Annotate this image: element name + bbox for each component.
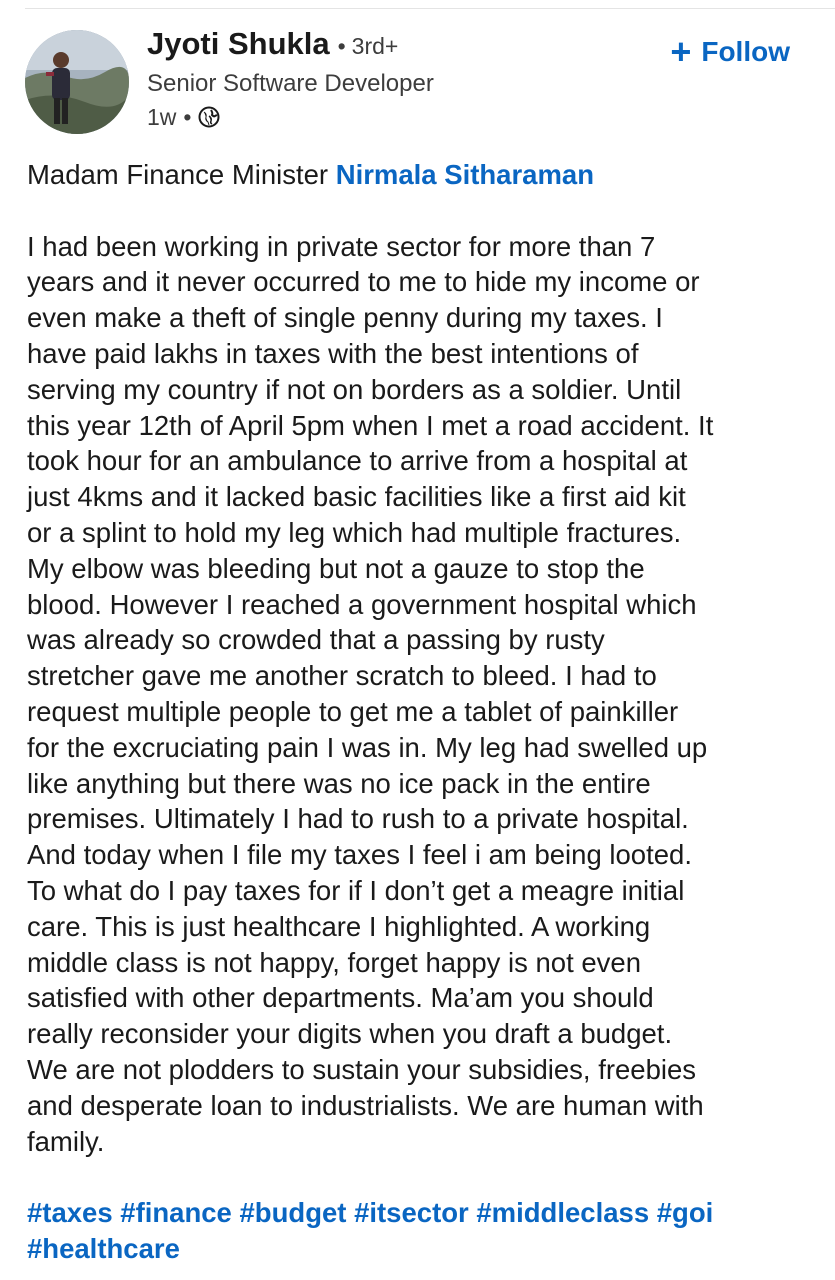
- follow-button[interactable]: + Follow: [670, 31, 790, 72]
- post-text-line: was already so crowded that a passing by…: [27, 624, 605, 656]
- post-text: I had been working in private sector for…: [27, 229, 817, 1160]
- post-text-line: family.: [27, 1125, 105, 1157]
- post-text-line: stretcher gave me another scratch to ble…: [27, 660, 657, 692]
- separator-dot: •: [183, 103, 192, 130]
- hashtag-list: #taxes #finance #budget #itsector #middl…: [27, 1195, 817, 1267]
- post-time: 1w: [147, 103, 177, 130]
- greeting-prefix: Madam Finance Minister: [27, 159, 329, 190]
- post-text-line: We are not plodders to sustain your subs…: [27, 1053, 697, 1085]
- top-divider: [25, 8, 835, 9]
- post-text-line: for the excruciating pain I was in. My l…: [27, 731, 708, 763]
- author-name-line: Jyoti Shukla • 3rd+: [147, 26, 434, 68]
- plus-icon: +: [670, 31, 692, 72]
- avatar[interactable]: [25, 30, 129, 134]
- author-headline: Senior Software Developer: [147, 70, 434, 97]
- post-text-line: satisfied with other departments. Ma’am …: [27, 982, 654, 1014]
- post-text-line: And today when I file my taxes I feel i …: [27, 839, 692, 871]
- hashtag-link[interactable]: #itsector: [354, 1197, 469, 1228]
- post-text-line: really reconsider your digits when you d…: [27, 1018, 673, 1050]
- follow-label: Follow: [701, 36, 790, 67]
- author-name[interactable]: Jyoti Shukla: [147, 26, 330, 62]
- post-text-line: took hour for an ambulance to arrive fro…: [27, 445, 688, 477]
- post-header: Jyoti Shukla • 3rd+ Senior Software Devel…: [25, 26, 810, 136]
- post-text-line: and desperate loan to industrialists. We…: [27, 1089, 704, 1121]
- post-text-line: middle class is not happy, forget happy …: [27, 946, 642, 978]
- hashtag-link[interactable]: #healthcare: [27, 1233, 180, 1264]
- post-text-line: My elbow was bleeding but not a gauze to…: [27, 552, 645, 584]
- post-text-line: To what do I pay taxes for if I don’t ge…: [27, 874, 685, 906]
- globe-icon: [198, 106, 220, 128]
- post-text-line: have paid lakhs in taxes with the best i…: [27, 337, 639, 369]
- hashtag-link[interactable]: #goi: [657, 1197, 714, 1228]
- connection-degree: • 3rd+: [337, 33, 399, 59]
- hashtag-link[interactable]: #finance: [120, 1197, 232, 1228]
- post-text-line: even make a theft of single penny during…: [27, 302, 663, 334]
- post-text-line: blood. However I reached a government ho…: [27, 588, 697, 620]
- hashtag-link[interactable]: #middleclass: [476, 1197, 649, 1228]
- post-text-line: like anything but there was no ice pack …: [27, 767, 651, 799]
- author-meta: Jyoti Shukla • 3rd+ Senior Software Devel…: [147, 26, 434, 134]
- post-text-line: serving my country if not on borders as …: [27, 373, 682, 405]
- mention-link[interactable]: Nirmala Sitharaman: [336, 159, 594, 190]
- hashtag-link[interactable]: #taxes: [27, 1197, 113, 1228]
- degree-label: 3rd+: [351, 33, 399, 59]
- post-text-line: just 4kms and it lacked basic facilities…: [27, 481, 686, 513]
- post-body: Madam Finance Minister Nirmala Sitharama…: [27, 157, 817, 1267]
- post-text-line: I had been working in private sector for…: [27, 230, 656, 262]
- post-text-line: care. This is just healthcare I highligh…: [27, 910, 651, 942]
- post-text-line: request multiple people to get me a tabl…: [27, 695, 679, 727]
- post-text-line: this year 12th of April 5pm when I met a…: [27, 409, 714, 441]
- post-text-line: premises. Ultimately I had to rush to a …: [27, 803, 689, 835]
- post-text-line: years and it never occurred to me to hid…: [27, 266, 700, 298]
- hashtag-link[interactable]: #budget: [240, 1197, 347, 1228]
- post-text-line: or a splint to hold my leg which had mul…: [27, 516, 682, 548]
- post-greeting: Madam Finance Minister Nirmala Sitharama…: [27, 157, 817, 193]
- post-timestamp-line: 1w •: [147, 100, 434, 134]
